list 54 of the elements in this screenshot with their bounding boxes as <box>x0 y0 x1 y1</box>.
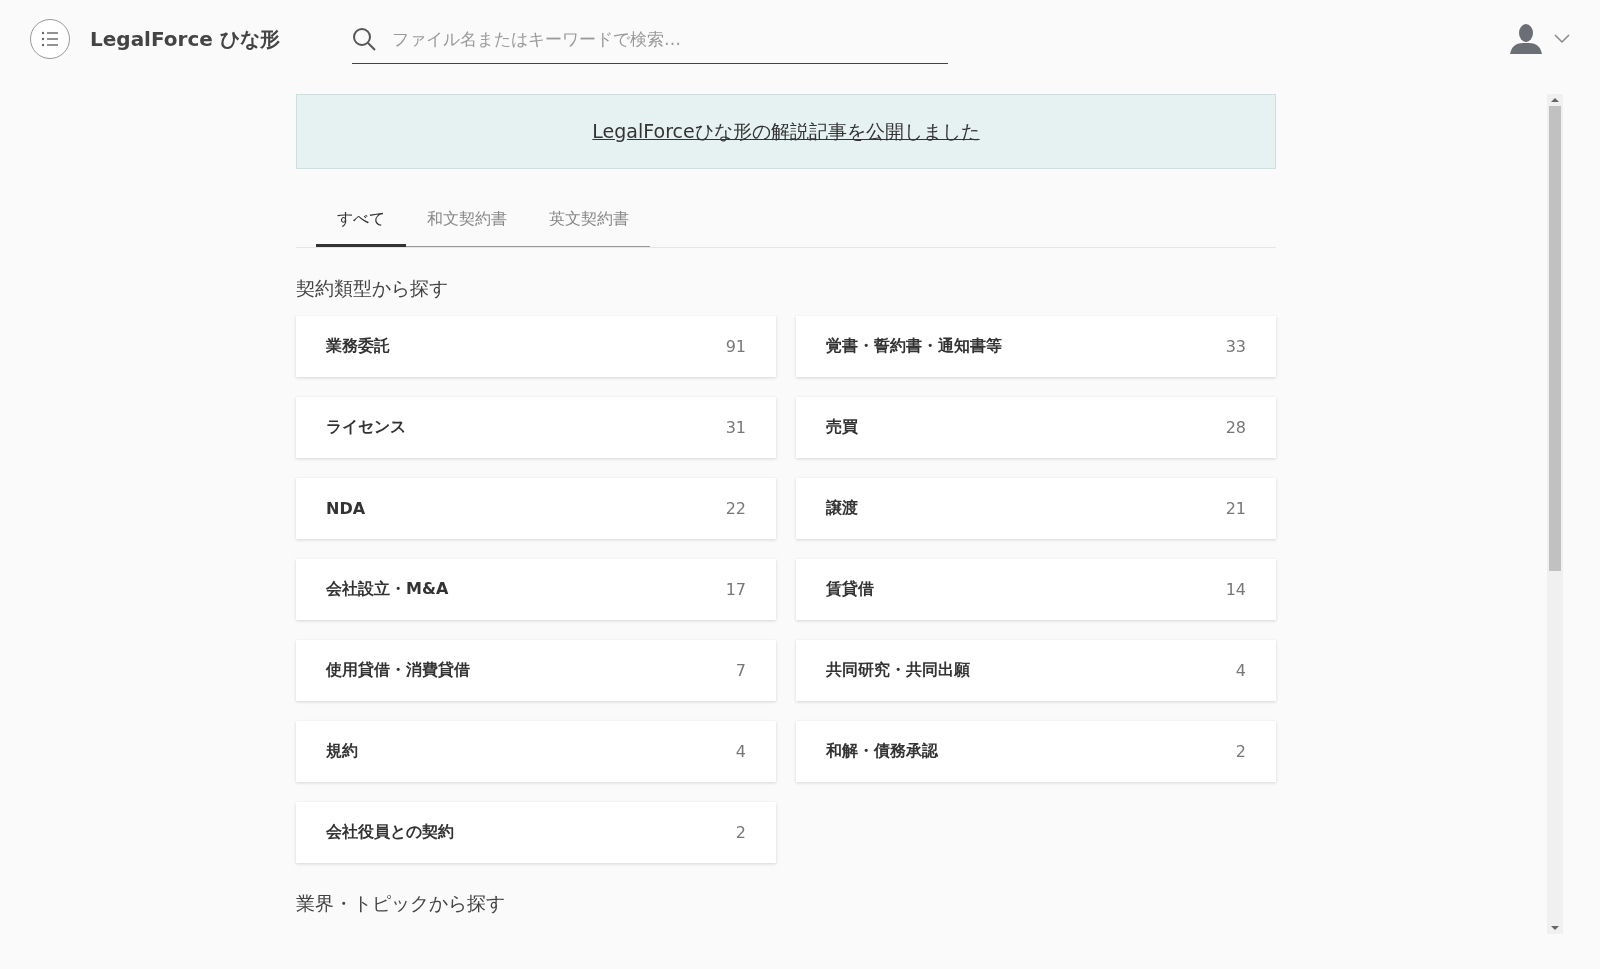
category-name: NDA <box>326 499 366 518</box>
user-menu-button[interactable] <box>1510 24 1570 54</box>
search-field[interactable]: ファイル名またはキーワードで検索… <box>390 27 948 50</box>
category-count: 28 <box>1225 418 1246 437</box>
category-count: 91 <box>725 337 746 356</box>
category-card[interactable]: 譲渡 21 <box>796 478 1276 539</box>
category-name: 和解・債務承認 <box>826 741 938 762</box>
category-name: 売買 <box>826 417 858 438</box>
category-count: 4 <box>1235 661 1246 680</box>
category-count: 22 <box>725 499 746 518</box>
category-count: 2 <box>1235 742 1246 761</box>
section-heading: 契約類型から探す <box>296 276 449 301</box>
category-name: 共同研究・共同出願 <box>826 660 970 681</box>
category-name: 賃貸借 <box>826 579 874 600</box>
category-card[interactable]: ライセンス 31 <box>296 397 776 458</box>
category-card[interactable]: 使用貸借・消費貸借 7 <box>296 640 776 701</box>
search-icon <box>352 26 376 51</box>
category-name: 会社役員との契約 <box>326 822 454 843</box>
chevron-down-icon <box>1554 34 1570 44</box>
category-card[interactable]: 会社設立・M&A 17 <box>296 559 776 620</box>
category-card[interactable]: 賃貸借 14 <box>796 559 1276 620</box>
scrollbar[interactable] <box>1547 94 1563 934</box>
category-name: 譲渡 <box>826 498 858 519</box>
category-card[interactable]: NDA 22 <box>296 478 776 539</box>
tab[interactable]: 英文契約書 <box>528 197 650 247</box>
tab[interactable]: すべて <box>316 197 406 247</box>
category-count: 33 <box>1225 337 1246 356</box>
category-card[interactable]: 会社役員との契約 2 <box>296 802 776 863</box>
category-card[interactable]: 売買 28 <box>796 397 1276 458</box>
category-count: 14 <box>1225 580 1246 599</box>
category-name: 使用貸借・消費貸借 <box>326 660 470 681</box>
section-heading: 業界・トピックから探す <box>296 891 506 916</box>
category-count: 2 <box>735 823 746 842</box>
category-card[interactable]: 覚書・誓約書・通知書等 33 <box>796 316 1276 377</box>
category-card[interactable]: 業務委託 91 <box>296 316 776 377</box>
tab[interactable]: 和文契約書 <box>406 197 528 247</box>
category-count: 31 <box>725 418 746 437</box>
category-count: 4 <box>735 742 746 761</box>
menu-button[interactable] <box>30 19 70 59</box>
category-count: 21 <box>1225 499 1246 518</box>
category-name: ライセンス <box>326 417 406 438</box>
list-icon <box>41 31 59 47</box>
category-count: 7 <box>735 661 746 680</box>
category-name: 業務委託 <box>326 336 390 357</box>
category-card[interactable]: 規約 4 <box>296 721 776 782</box>
category-name: 規約 <box>326 741 358 762</box>
article-link[interactable]: LegalForceひな形の解説記事を公開しました <box>592 118 980 145</box>
category-name: 会社設立・M&A <box>326 579 449 600</box>
app-title: LegalForce ひな形 <box>90 25 281 53</box>
user-icon <box>1510 24 1542 54</box>
category-name: 覚書・誓約書・通知書等 <box>826 336 1002 357</box>
category-card[interactable]: 共同研究・共同出願 4 <box>796 640 1276 701</box>
category-count: 17 <box>725 580 746 599</box>
category-card[interactable]: 和解・債務承認 2 <box>796 721 1276 782</box>
